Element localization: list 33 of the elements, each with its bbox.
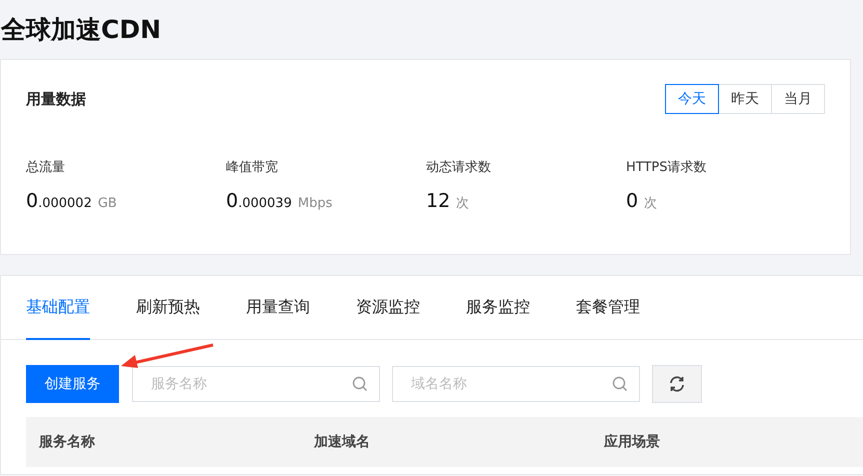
card-title: 用量数据 xyxy=(26,90,86,108)
tab[interactable]: 服务监控 xyxy=(466,276,530,340)
metric-label: 总流量 xyxy=(26,159,66,176)
metric-unit: Mbps xyxy=(298,196,332,211)
tab[interactable]: 刷新预热 xyxy=(136,276,200,340)
tab[interactable]: 资源监控 xyxy=(356,276,420,340)
metric-unit: 次 xyxy=(456,195,470,212)
metric-unit: 次 xyxy=(644,195,658,212)
metric-unit: GB xyxy=(98,196,117,211)
create-service-button[interactable]: 创建服务 xyxy=(26,365,119,403)
refresh-icon xyxy=(668,375,686,393)
column-header: 加速域名 xyxy=(314,433,371,451)
metric-label: HTTPS请求数 xyxy=(626,159,708,176)
period-tab[interactable]: 昨天 xyxy=(718,84,772,114)
period-tab[interactable]: 当月 xyxy=(771,84,825,114)
metric-value: 12 xyxy=(426,190,450,212)
period-tab[interactable]: 今天 xyxy=(665,84,719,114)
search-icon xyxy=(612,376,628,392)
metric-value: 0.000039 xyxy=(226,190,292,212)
refresh-button[interactable] xyxy=(652,365,702,403)
metric-value: 0.000002 xyxy=(26,190,92,212)
search-field[interactable]: 域名名称 xyxy=(392,366,640,402)
metric-label: 峰值带宽 xyxy=(226,159,279,176)
page-title: 全球加速CDN xyxy=(0,14,162,46)
tab[interactable]: 基础配置 xyxy=(26,276,90,340)
search-field[interactable]: 服务名称 xyxy=(132,366,380,402)
search-icon xyxy=(352,376,368,392)
metric-label: 动态请求数 xyxy=(426,159,492,176)
tab[interactable]: 套餐管理 xyxy=(576,276,640,340)
column-header: 服务名称 xyxy=(38,433,96,451)
metric-value: 0 xyxy=(626,190,638,212)
tab[interactable]: 用量查询 xyxy=(246,276,310,340)
column-header: 应用场景 xyxy=(604,433,660,451)
